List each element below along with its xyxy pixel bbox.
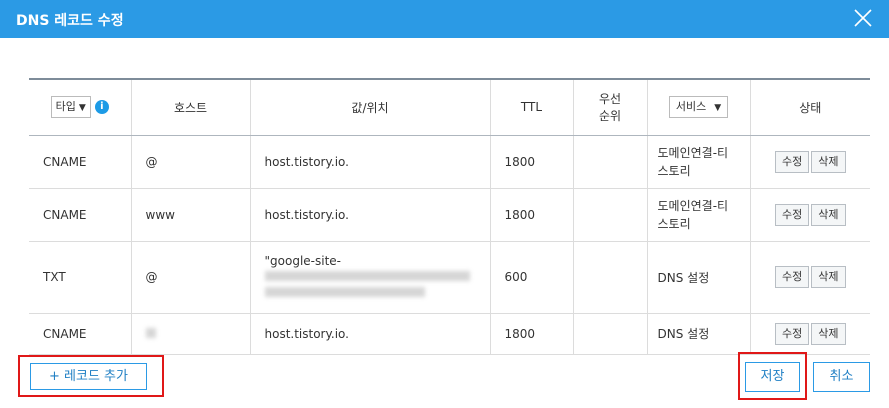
header-ttl: TTL — [490, 78, 574, 136]
cell-host — [131, 313, 251, 355]
cell-actions: 수정 삭제 — [750, 188, 870, 242]
redacted-host — [145, 327, 156, 338]
header-type: 타입 ▼ i — [29, 78, 132, 136]
cell-service: DNS 설정 — [647, 241, 751, 314]
redacted-value — [264, 285, 490, 301]
cell-actions: 수정 삭제 — [750, 241, 870, 314]
service-line1: DNS 설정 — [657, 327, 710, 341]
chevron-down-icon: ▼ — [78, 103, 86, 114]
dialog-titlebar: DNS 레코드 수정 — [0, 0, 889, 38]
add-record-button[interactable]: + 레코드 추가 — [30, 363, 147, 390]
service-line1: DNS 설정 — [657, 270, 710, 285]
cell-value: host.tistory.io. — [250, 135, 491, 189]
cell-type: CNAME — [29, 135, 132, 189]
chevron-down-icon: ▼ — [714, 103, 722, 114]
edit-button[interactable]: 수정 — [775, 150, 810, 173]
table-row: CNAME host.tistory.io. 1800 DNS 설정 수정 삭제 — [29, 313, 870, 355]
table-row: CNAME @ host.tistory.io. 1800 도메인연결-티 스토… — [29, 135, 870, 189]
service-line2: 스토리 — [657, 216, 691, 231]
cell-service: DNS 설정 — [647, 313, 751, 355]
cell-value: host.tistory.io. — [250, 313, 491, 355]
cell-ttl: 600 — [490, 241, 574, 314]
cell-ttl: 1800 — [490, 188, 574, 242]
edit-button[interactable]: 수정 — [775, 322, 810, 345]
service-line1: 도메인연결-티 — [657, 198, 729, 213]
service-line1: 도메인연결-티 — [657, 145, 729, 160]
cell-actions: 수정 삭제 — [750, 313, 870, 355]
dns-records-table: 타입 ▼ i 호스트 값/위치 TTL 우선 순위 서비스 ▼ 상태 CNAME @ … — [29, 78, 870, 355]
info-icon[interactable]: i — [94, 100, 109, 115]
cell-service: 도메인연결-티 스토리 — [647, 188, 751, 242]
header-priority-line2: 순위 — [598, 109, 622, 124]
cell-priority — [573, 188, 648, 242]
cell-priority — [573, 313, 648, 355]
cancel-button[interactable]: 취소 — [813, 362, 870, 392]
table-row: CNAME www host.tistory.io. 1800 도메인연결-티 … — [29, 188, 870, 242]
header-service: 서비스 ▼ — [647, 78, 751, 136]
service-line2: 스토리 — [657, 163, 691, 178]
dialog-title: DNS 레코드 수정 — [16, 13, 124, 29]
cell-host: @ — [131, 135, 251, 189]
edit-button[interactable]: 수정 — [775, 203, 810, 226]
cell-host: www — [131, 188, 251, 242]
value-text: "google-site- — [264, 254, 342, 268]
close-icon[interactable] — [851, 6, 875, 30]
header-priority: 우선 순위 — [573, 78, 648, 136]
cell-host: @ — [131, 241, 251, 314]
delete-button[interactable]: 삭제 — [811, 150, 846, 173]
cell-priority — [573, 241, 648, 314]
type-filter-select[interactable]: 타입 ▼ — [50, 96, 91, 119]
service-filter-label: 서비스 — [675, 100, 707, 114]
type-filter-label: 타입 — [55, 100, 76, 114]
redacted-value — [264, 269, 490, 285]
cell-type: CNAME — [29, 313, 132, 355]
table-row: TXT @ "google-site- 600 DNS 설정 수정 삭제 — [29, 241, 870, 314]
cell-type: TXT — [29, 241, 132, 314]
header-priority-line1: 우선 — [598, 92, 622, 107]
cell-priority — [573, 135, 648, 189]
cell-value: "google-site- — [250, 241, 491, 314]
delete-button[interactable]: 삭제 — [811, 203, 846, 226]
cell-service: 도메인연결-티 스토리 — [647, 135, 751, 189]
service-filter-select[interactable]: 서비스 ▼ — [668, 96, 729, 119]
header-value: 값/위치 — [250, 78, 491, 136]
cell-ttl: 1800 — [490, 135, 574, 189]
table-header-row: 타입 ▼ i 호스트 값/위치 TTL 우선 순위 서비스 ▼ 상태 — [29, 78, 870, 136]
cell-type: CNAME — [29, 188, 132, 242]
save-button[interactable]: 저장 — [745, 362, 800, 392]
cell-value: host.tistory.io. — [250, 188, 491, 242]
header-status: 상태 — [750, 78, 870, 136]
delete-button[interactable]: 삭제 — [811, 266, 846, 288]
edit-button[interactable]: 수정 — [775, 266, 810, 288]
delete-button[interactable]: 삭제 — [811, 322, 846, 345]
header-host: 호스트 — [131, 78, 251, 136]
cell-actions: 수정 삭제 — [750, 135, 870, 189]
cell-ttl: 1800 — [490, 313, 574, 355]
